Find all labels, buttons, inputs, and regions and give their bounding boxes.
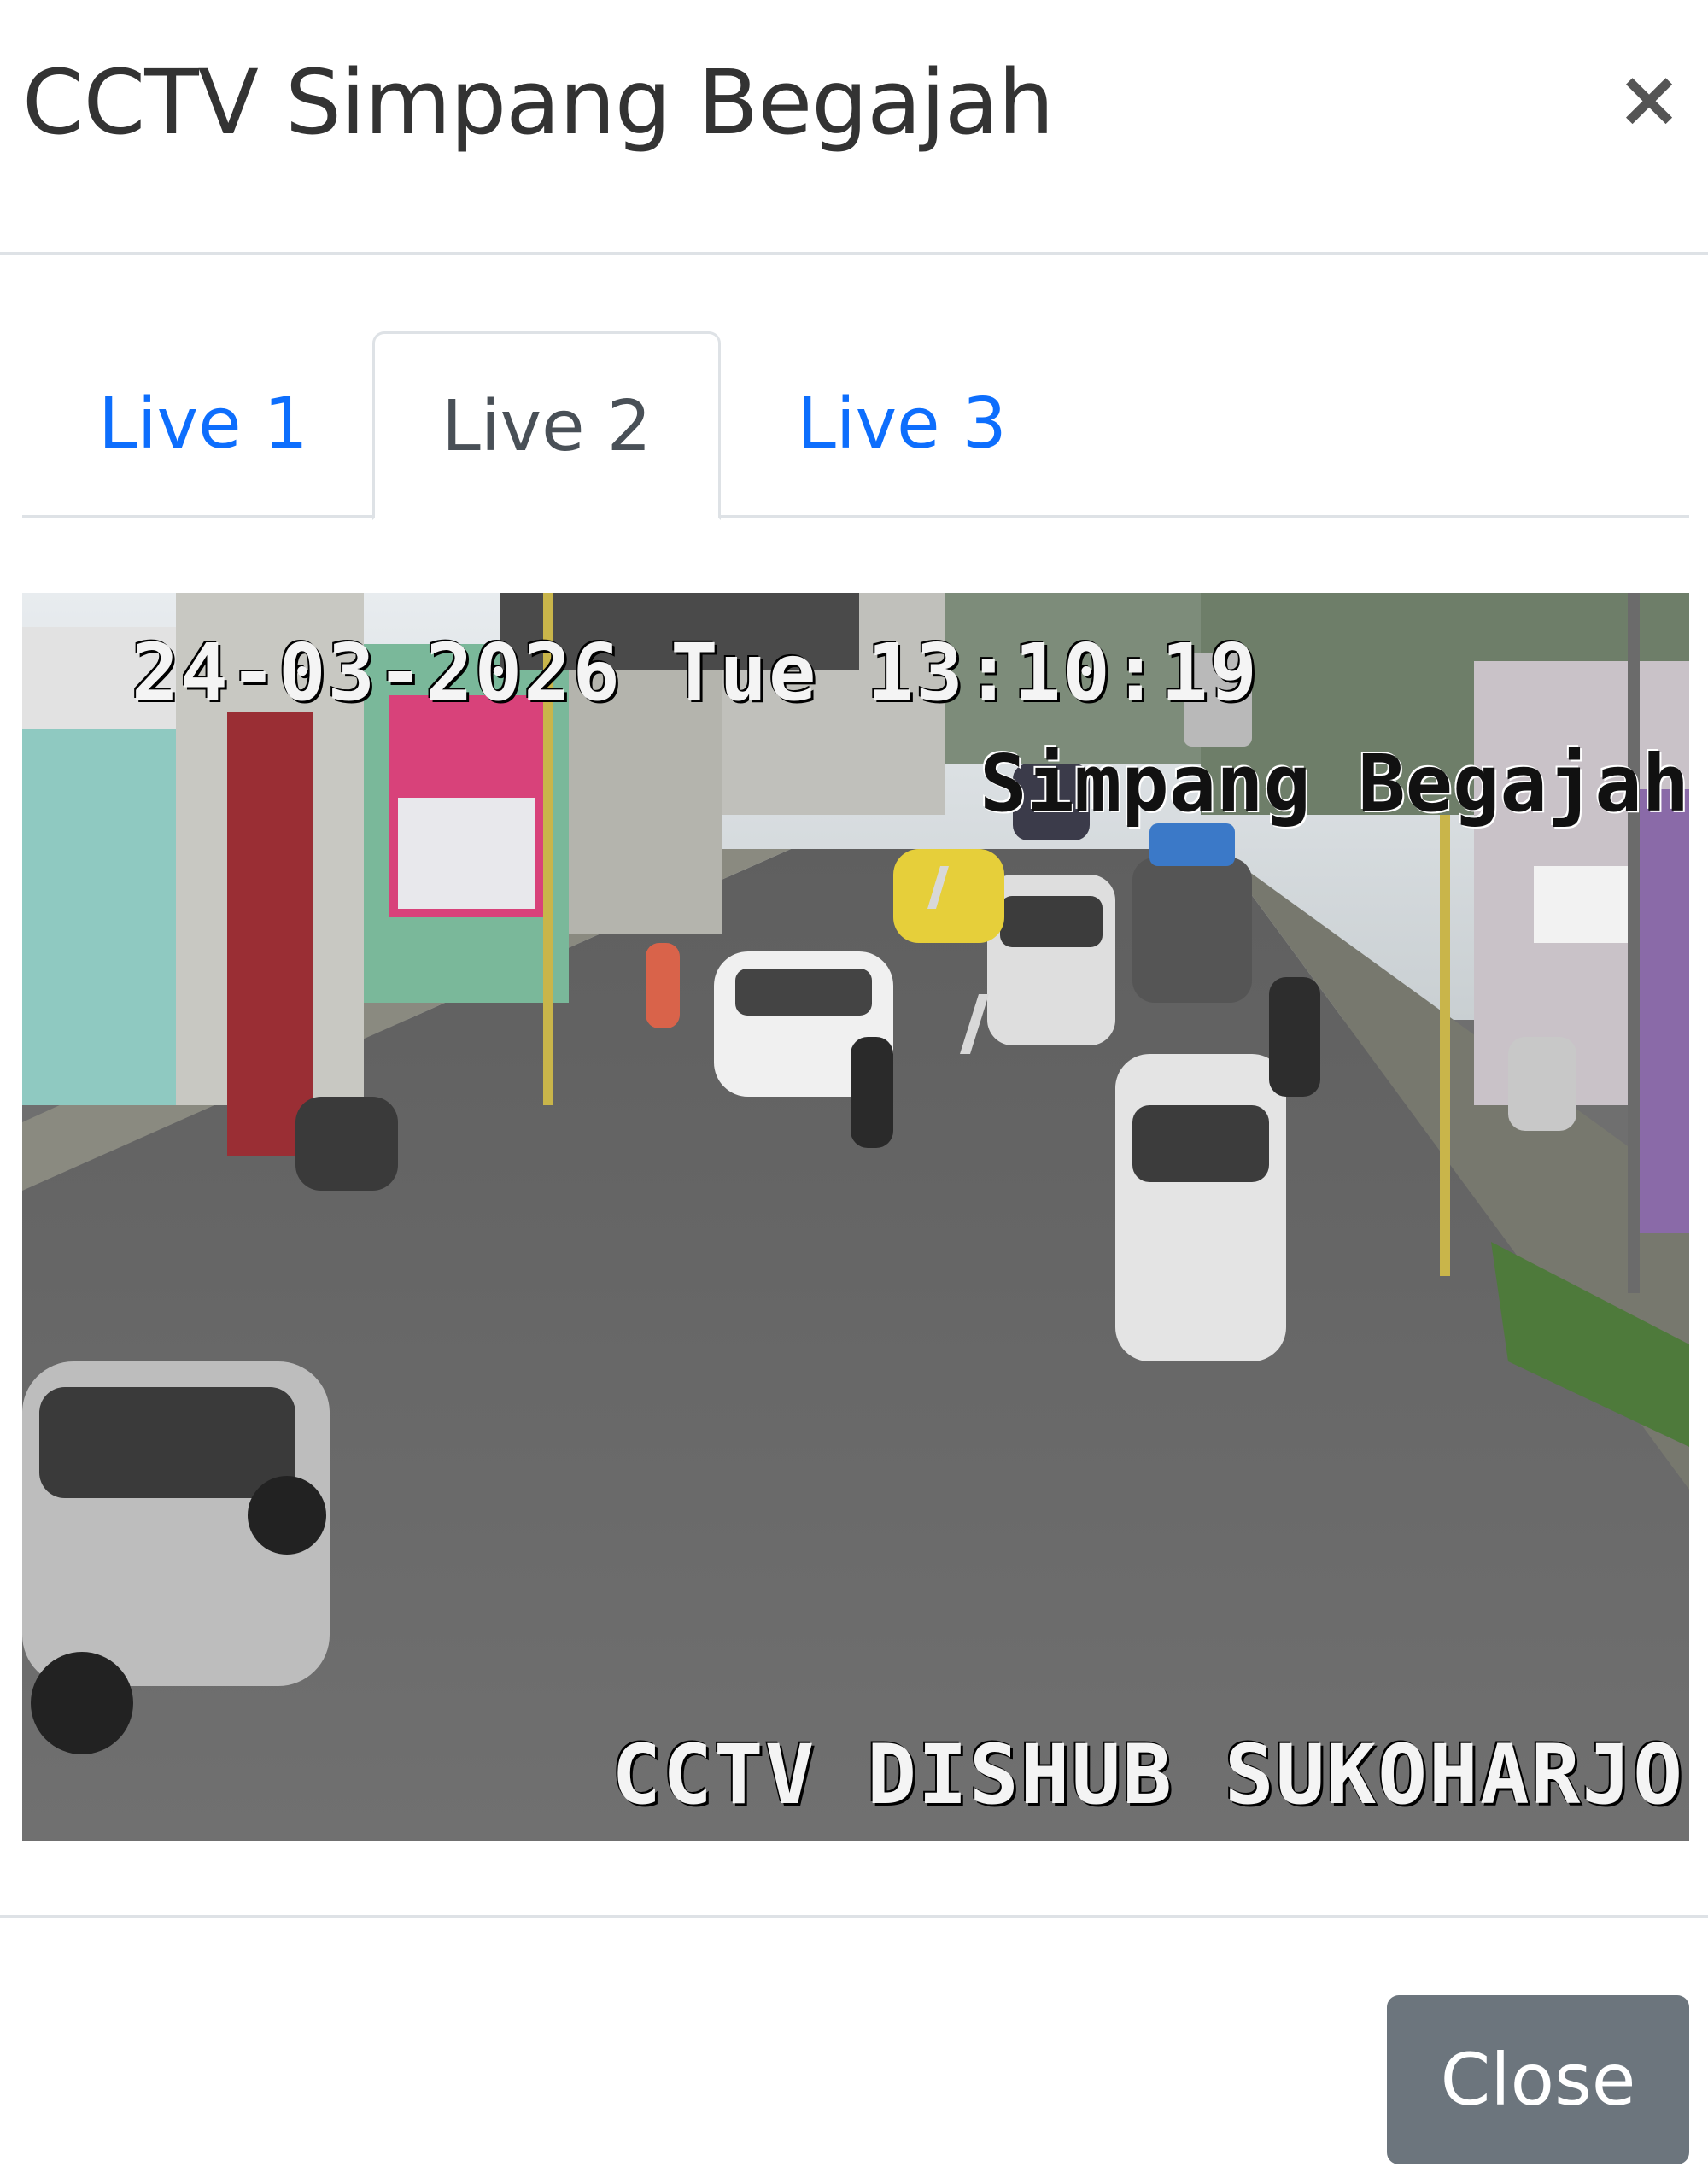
feed-location-label: Simpang Begajah: [980, 738, 1689, 829]
feed-timestamp: 24-03-2026 Tue 13:10:19: [132, 627, 1259, 718]
feed-watermark: CCTV DISHUB SUKOHARJO: [611, 1727, 1684, 1823]
feed-tabs: Live 1 Live 2 Live 3: [22, 331, 1689, 520]
cctv-video-feed: 24-03-2026 Tue 13:10:19 Simpang Begajah …: [22, 593, 1689, 1841]
close-icon[interactable]: ×: [1612, 56, 1686, 142]
modal-title: CCTV Simpang Begajah: [22, 50, 1055, 155]
tab-live-3[interactable]: Live 3: [774, 331, 1030, 518]
tab-live-1[interactable]: Live 1: [84, 331, 323, 518]
modal-footer: Close: [0, 1915, 1708, 2184]
close-button[interactable]: Close: [1387, 1995, 1689, 2164]
modal-header: CCTV Simpang Begajah ×: [0, 0, 1708, 255]
cctv-modal: CCTV Simpang Begajah × Live 1 Live 2 Liv…: [0, 0, 1708, 2184]
tab-live-2[interactable]: Live 2: [372, 331, 721, 520]
